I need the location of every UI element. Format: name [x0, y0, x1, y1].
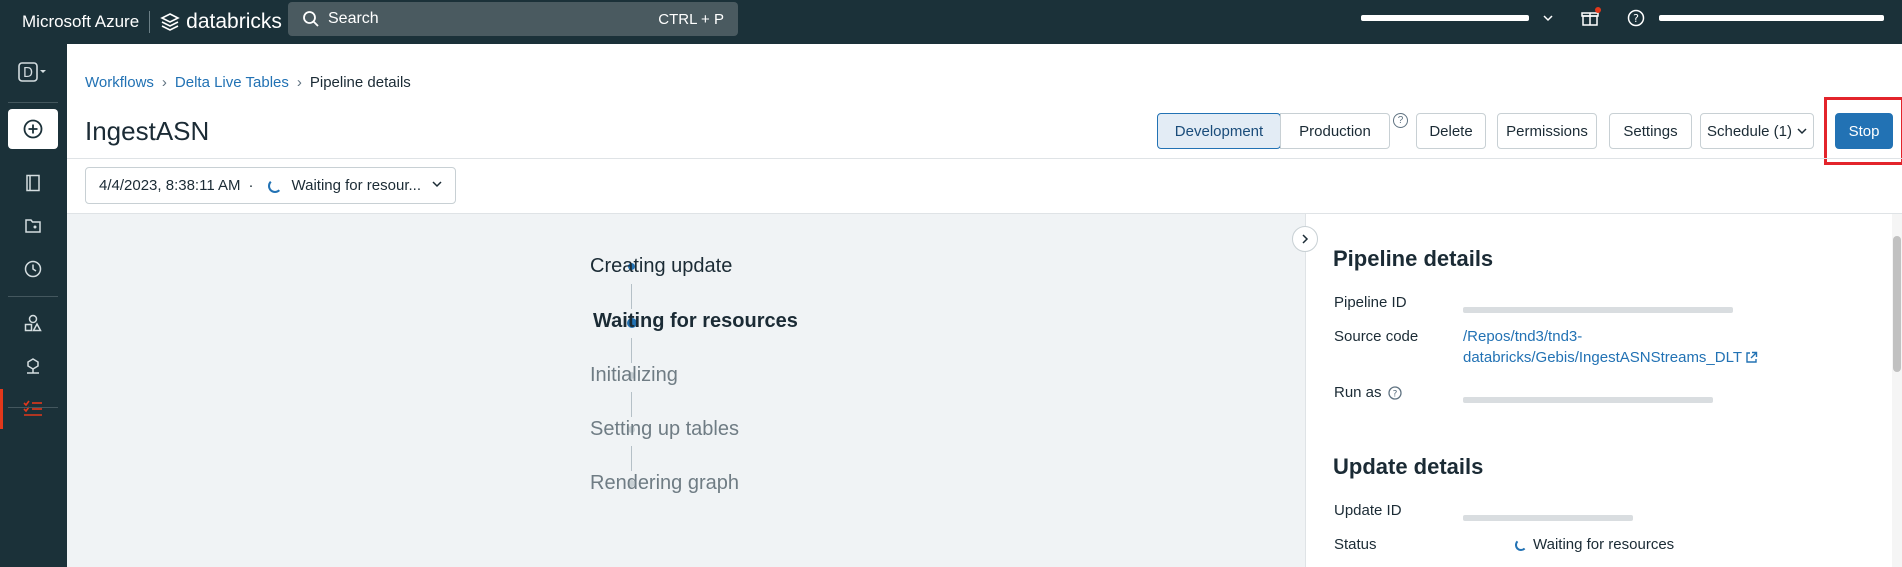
gift-icon[interactable] [1581, 7, 1601, 27]
workspace-switcher[interactable]: D [8, 52, 58, 92]
production-mode-button[interactable]: Production [1280, 113, 1390, 149]
source-code-label: Source code [1334, 328, 1419, 345]
step-connector [631, 446, 632, 471]
workflows-icon [23, 400, 42, 416]
new-button[interactable] [8, 109, 58, 149]
nav-compute[interactable] [8, 346, 58, 386]
pipeline-id-label: Pipeline ID [1334, 294, 1407, 311]
step-connector [631, 284, 632, 309]
loading-spinner-icon [267, 178, 282, 193]
page-title: IngestASN [85, 116, 210, 146]
status-text: Waiting for resources [1533, 536, 1675, 553]
pipeline-details-title: Pipeline details [1333, 246, 1494, 271]
left-nav: D [0, 44, 67, 567]
breadcrumb-chevron-icon: › [161, 74, 167, 91]
redacted-workspace [1361, 15, 1529, 21]
source-code-path-line2: databricks/Gebis/IngestASNStreams_DLT [1463, 349, 1743, 366]
update-details-title: Update details [1333, 454, 1484, 479]
chevron-down-icon [432, 181, 442, 188]
repo-icon [25, 219, 41, 233]
notebook-icon [26, 174, 40, 192]
details-panel: Pipeline details Pipeline ID Source code… [1305, 214, 1892, 567]
brand-name: Microsoft Azure [22, 12, 140, 31]
breadcrumb-workflows[interactable]: Workflows [85, 74, 154, 91]
nav-repos[interactable] [8, 206, 58, 246]
run-as-value-redacted [1463, 390, 1713, 407]
status-value: Waiting for resources [1463, 536, 1674, 553]
step-connector [631, 392, 632, 417]
clock-icon [24, 260, 42, 278]
redacted-user [1659, 15, 1884, 21]
svg-text:?: ? [1633, 12, 1639, 25]
chevron-down-icon [1797, 128, 1807, 135]
nav-workflows[interactable] [0, 389, 58, 429]
search-placeholder: Search [328, 10, 379, 27]
notification-dot [1595, 7, 1601, 13]
databricks-wordmark: databricks [186, 10, 282, 33]
info-icon[interactable]: ? [1387, 385, 1402, 400]
step-connector [631, 338, 632, 363]
loading-spinner-icon [1515, 538, 1527, 551]
header-divider [67, 158, 1902, 159]
chevron-right-icon [1302, 234, 1309, 244]
update-separator: · [248, 177, 254, 194]
top-bar: Microsoft Azure databricks Search CTRL +… [0, 0, 1902, 44]
plus-circle-icon [23, 119, 43, 139]
update-status: Waiting for resour... [291, 177, 422, 194]
step-setting-up-tables: Setting up tables [590, 418, 739, 440]
step-waiting-for-resources: Waiting for resources [593, 310, 798, 332]
step-creating-update: Creating update [590, 255, 733, 277]
brand-divider [149, 11, 151, 33]
help-icon[interactable]: ? [1627, 9, 1645, 27]
run-as-label: Run as ? [1334, 384, 1402, 401]
nav-divider [8, 296, 58, 297]
update-timestamp: 4/4/2023, 8:38:11 AM [99, 177, 241, 194]
source-code-path-line1: /Repos/tnd3/tnd3- [1463, 328, 1583, 345]
update-id-label: Update ID [1334, 502, 1402, 519]
breadcrumb: Workflows › Delta Live Tables › Pipeline… [85, 74, 411, 91]
step-rendering-graph: Rendering graph [590, 472, 739, 494]
source-code-link[interactable]: /Repos/tnd3/tnd3- databricks/Gebis/Inges… [1463, 328, 1758, 366]
schedule-button[interactable]: Schedule (1) [1700, 113, 1814, 149]
collapse-panel-button[interactable] [1292, 226, 1318, 252]
nav-recents[interactable] [8, 249, 58, 289]
development-mode-button[interactable]: Development [1157, 113, 1281, 149]
delete-button[interactable]: Delete [1416, 113, 1486, 149]
cluster-icon [27, 358, 39, 374]
svg-text:D: D [23, 66, 33, 81]
pipeline-id-value-redacted [1463, 300, 1733, 317]
step-initializing: Initializing [590, 364, 678, 386]
breadcrumb-delta-live-tables[interactable]: Delta Live Tables [175, 74, 289, 91]
nav-notebooks[interactable] [8, 163, 58, 203]
mode-help-icon[interactable]: ? [1393, 113, 1408, 128]
status-label: Status [1334, 536, 1377, 553]
panel-scrollbar-thumb[interactable] [1893, 236, 1901, 372]
external-link-icon [1746, 351, 1758, 363]
breadcrumb-chevron-icon: › [296, 74, 302, 91]
permissions-button[interactable]: Permissions [1497, 113, 1597, 149]
breadcrumb-current: Pipeline details [309, 74, 411, 91]
search-icon [302, 10, 320, 28]
update-id-value-redacted [1463, 508, 1633, 525]
shapes-icon [24, 314, 42, 332]
chevron-down-icon[interactable] [1543, 13, 1553, 23]
workspace-icon: D [18, 62, 46, 82]
top-right-controls: ? [1361, 0, 1902, 36]
global-search[interactable]: Search CTRL + P [288, 2, 738, 36]
stop-highlight-annotation [1824, 97, 1902, 165]
schedule-label: Schedule (1) [1706, 122, 1793, 140]
update-selector[interactable]: 4/4/2023, 8:38:11 AM · Waiting for resou… [85, 167, 456, 204]
graph-area: Creating update Waiting for resources In… [67, 214, 1305, 567]
databricks-logo[interactable]: databricks [160, 10, 282, 34]
databricks-icon [160, 13, 180, 31]
search-shortcut: CTRL + P [658, 10, 724, 28]
run-as-text: Run as [1334, 384, 1382, 401]
nav-data[interactable] [8, 303, 58, 343]
nav-divider [8, 407, 58, 408]
nav-divider [8, 102, 58, 103]
svg-text:?: ? [1392, 389, 1397, 399]
settings-button[interactable]: Settings [1609, 113, 1692, 149]
